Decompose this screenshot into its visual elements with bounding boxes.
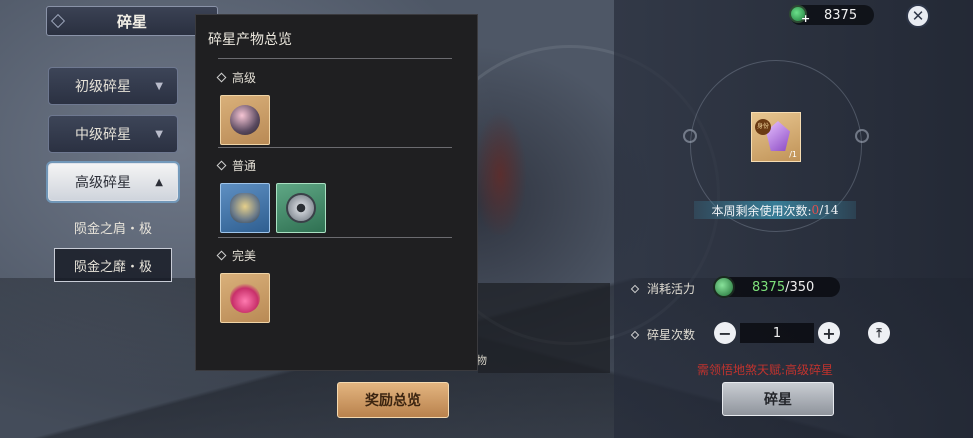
stat-label-text: 消耗活力 — [647, 282, 696, 296]
diamond-icon — [50, 13, 66, 29]
chevron-down-icon: ▼ — [155, 129, 163, 140]
stamina-icon — [713, 276, 735, 298]
selected-material-slot[interactable]: 身份 /1 — [751, 112, 801, 162]
diamond-icon — [630, 284, 640, 293]
identity-badge: 身份 — [755, 119, 771, 135]
rewards-overview-button[interactable]: 奖励总览 — [337, 382, 449, 418]
chevron-up-icon: ▲ — [155, 177, 163, 188]
tier-advanced-button[interactable]: 高级碎星 ▲ — [48, 163, 178, 201]
section-label: 高级 — [232, 71, 257, 85]
output-overview-popup: 碎星产物总览 高级 普通 完美 — [195, 14, 478, 371]
tier-label: 高级碎星 — [75, 175, 131, 191]
divider — [218, 237, 452, 238]
chevron-down-icon: ▼ — [155, 81, 163, 92]
diamond-icon — [216, 160, 227, 171]
stamina-cost-label: 消耗活力 — [630, 280, 696, 297]
increment-button[interactable]: + — [818, 322, 840, 344]
stat-label-text: 碎星次数 — [647, 328, 696, 342]
section-perfect: 完美 — [216, 247, 257, 264]
decrement-button[interactable]: − — [714, 322, 736, 344]
requirement-warning: 需领悟地煞天赋:高级碎星 — [697, 363, 834, 377]
shatter-count-input[interactable]: 1 — [740, 323, 814, 343]
background-panel — [478, 283, 610, 373]
flame-crystal-icon — [230, 283, 260, 313]
item-count: /1 — [789, 150, 797, 159]
divider — [218, 58, 452, 59]
currency-value: 8375 — [824, 7, 858, 23]
section-normal: 普通 — [216, 157, 257, 174]
page-title-text: 碎星 — [116, 12, 147, 31]
section-label: 普通 — [232, 159, 257, 173]
tier-basic-button[interactable]: 初级碎星 ▼ — [48, 67, 178, 105]
character-figure — [470, 95, 530, 235]
stamina-current: 8375 — [752, 279, 786, 295]
plus-icon[interactable]: + — [801, 12, 810, 25]
weekly-prefix: 本周剩余使用次数: — [711, 203, 812, 218]
diamond-icon — [216, 250, 227, 261]
section-advanced: 高级 — [216, 69, 257, 86]
divider — [218, 147, 452, 148]
weekly-used: 0 — [811, 203, 820, 217]
tier-label: 初级碎星 — [75, 79, 131, 95]
ring-dot-left — [683, 129, 697, 143]
item-slot-normal-2[interactable] — [276, 183, 326, 233]
weekly-remaining-label: 本周剩余使用次数: 0/14 — [694, 201, 856, 219]
weekly-suffix: /14 — [819, 203, 839, 217]
max-count-button[interactable]: ⤒ — [868, 322, 890, 344]
stamina-max: /350 — [785, 279, 815, 295]
ring-dot-right — [855, 129, 869, 143]
shatter-count-label: 碎星次数 — [630, 326, 696, 343]
crystal-ore-icon — [230, 105, 260, 135]
section-label: 完美 — [232, 249, 257, 263]
coin-icon — [286, 193, 316, 223]
sub-item-shoulder[interactable]: 陨金之肩・极 — [54, 210, 172, 244]
shatter-button[interactable]: 碎星 — [722, 382, 834, 416]
wing-ore-icon — [230, 193, 260, 223]
page-title: 碎星 — [46, 6, 218, 36]
diamond-icon — [630, 330, 640, 339]
close-button[interactable]: ✕ — [906, 4, 930, 28]
tier-intermediate-button[interactable]: 中级碎星 ▼ — [48, 115, 178, 153]
tier-label: 中级碎星 — [75, 127, 131, 143]
diamond-icon — [216, 72, 227, 83]
item-slot-advanced[interactable] — [220, 95, 270, 145]
sub-item-selected[interactable]: 陨金之靡・极 — [54, 248, 172, 282]
item-slot-normal-1[interactable] — [220, 183, 270, 233]
item-slot-perfect[interactable] — [220, 273, 270, 323]
popup-title: 碎星产物总览 — [208, 32, 292, 48]
